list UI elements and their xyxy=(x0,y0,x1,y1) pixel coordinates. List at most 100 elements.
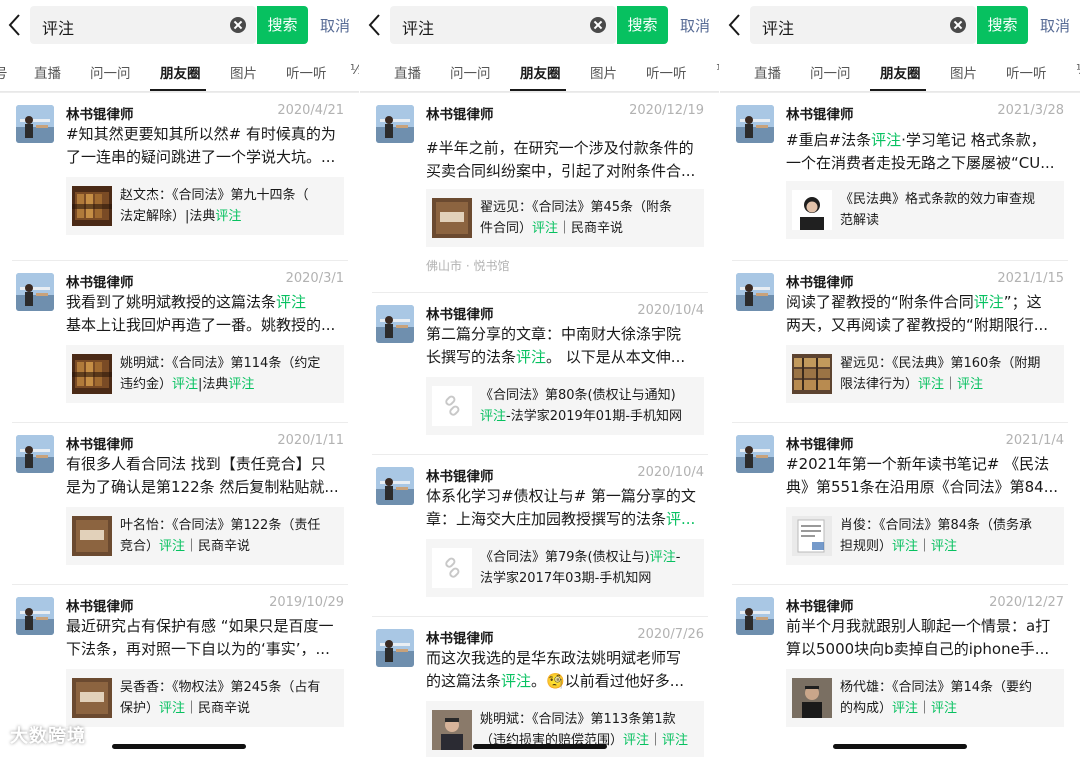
author-avatar[interactable] xyxy=(736,105,774,143)
post-text[interactable]: 而这次我选的是华东政法姚明斌老师写 的这篇法条评注。🧐以前看过他好多... xyxy=(426,647,708,693)
cancel-button[interactable]: 取消 xyxy=(1040,15,1070,36)
post-text-text: 最近研究占有保护有感 “如果只是百度一 xyxy=(66,617,334,635)
article-title: 吴香香：《物权法》第245条（占有 保护）评注｜民商辛说 xyxy=(120,677,338,719)
tab-5[interactable]: 听一听 xyxy=(286,62,327,82)
cancel-button[interactable]: 取消 xyxy=(320,15,350,36)
author-avatar[interactable] xyxy=(736,273,774,311)
author-name[interactable]: 林书锟律师 xyxy=(426,103,494,123)
author-avatar[interactable] xyxy=(16,105,54,143)
author-avatar[interactable] xyxy=(16,435,54,473)
tab-3[interactable]: 图片 xyxy=(590,62,617,82)
search-button[interactable]: 搜索 xyxy=(617,6,668,44)
search-input[interactable]: 评注 xyxy=(390,6,616,44)
post-text-highlight: 评注 xyxy=(276,293,307,311)
author-name[interactable]: 林书锟律师 xyxy=(426,465,494,485)
tab-0[interactable]: 直播 xyxy=(754,62,781,82)
tab-4[interactable]: 听一听 xyxy=(646,62,687,82)
back-chevron-icon[interactable] xyxy=(726,12,744,38)
post-text[interactable]: 有很多人看合同法 找到【责任竞合】只 是为了确认是第122条 然后复制粘贴就... xyxy=(66,453,348,499)
post-text-text: 的这篇法条 xyxy=(426,672,502,690)
author-avatar[interactable] xyxy=(16,273,54,311)
author-avatar[interactable] xyxy=(376,629,414,667)
article-thumbnail xyxy=(792,678,832,718)
shared-article-card[interactable]: 《合同法》第80条(债权让与通知) 评注-法学家2019年01期-手机知网 xyxy=(426,377,704,435)
author-name[interactable]: 林书锟律师 xyxy=(786,433,854,453)
post-location[interactable]: 佛山市 · 悦书馆 xyxy=(426,257,509,274)
tab-5[interactable]: ⅓ xyxy=(1076,62,1080,78)
author-avatar[interactable] xyxy=(376,105,414,143)
author-avatar[interactable] xyxy=(376,467,414,505)
clear-search-icon[interactable] xyxy=(950,17,966,33)
search-category-tabs: 号直播 问一问 朋友圈 图片 听一听 ⅓ xyxy=(0,50,360,92)
search-button[interactable]: 搜索 xyxy=(977,6,1028,44)
article-title-text: 保护） xyxy=(120,701,160,716)
author-name[interactable]: 林书锟律师 xyxy=(426,627,494,647)
author-name[interactable]: 林书锟律师 xyxy=(426,303,494,323)
tab-1[interactable]: 直播 xyxy=(34,62,61,82)
tab-3[interactable]: 朋友圈 xyxy=(160,62,201,82)
tab-2[interactable]: 朋友圈 xyxy=(880,62,921,82)
article-title-text: 件合同） xyxy=(480,221,533,236)
shared-article-card[interactable]: 叶名怡：《合同法》第122条（责任 竞合）评注｜民商辛说 xyxy=(66,507,344,565)
author-avatar[interactable] xyxy=(736,597,774,635)
post-text-text: 我看到了姚明斌教授的这篇法条 xyxy=(66,293,277,311)
tab-2[interactable]: 朋友圈 xyxy=(520,62,561,82)
home-indicator xyxy=(473,744,607,749)
tab-2[interactable]: 问一问 xyxy=(90,62,131,82)
shared-article-card[interactable]: 姚明斌：《合同法》第114条（约定 违约金）评注|法典评注 xyxy=(66,345,344,403)
shared-article-card[interactable]: 翟远见：《民法典》第160条（附期 限法律行为）评注｜评注 xyxy=(786,345,1064,403)
tab-4[interactable]: 图片 xyxy=(230,62,257,82)
tab-4[interactable]: 听一听 xyxy=(1006,62,1047,82)
search-input[interactable]: 评注 xyxy=(30,6,256,44)
post-text[interactable]: #知其然更要知其所以然# 有时候真的为 了一连串的疑问跳进了一个学说大坑。... xyxy=(66,123,348,169)
post-text-text: 前半个月我就跟别人聊起一个情景：a打 xyxy=(786,617,1051,635)
author-name[interactable]: 林书锟律师 xyxy=(66,103,134,123)
post-text-line: #2021年第一个新年读书笔记# 《民法 xyxy=(786,453,1068,476)
search-category-tabs: 直播 问一问 朋友圈 图片 听一听 ⅓ xyxy=(720,50,1080,92)
post-text[interactable]: 最近研究占有保护有感 “如果只是百度一 下法条，再对照一下自以为的‘事实’，... xyxy=(66,615,348,661)
post-text[interactable]: 我看到了姚明斌教授的这篇法条评注基本上让我回炉再造了一番。姚教授的... xyxy=(66,291,348,337)
author-name[interactable]: 林书锟律师 xyxy=(66,271,134,291)
author-name[interactable]: 林书锟律师 xyxy=(786,271,854,291)
back-chevron-icon[interactable] xyxy=(366,12,384,38)
post-text[interactable]: #2021年第一个新年读书笔记# 《民法 典》第551条在沿用原《合同法》第84.… xyxy=(786,453,1068,499)
post-text[interactable]: 体系化学习#债权让与# 第一篇分享的文 章：上海交大庄加园教授撰写的法条评... xyxy=(426,485,708,531)
post-text[interactable]: 前半个月我就跟别人聊起一个情景：a打 算以5000块向b卖掉自己的iphone手.… xyxy=(786,615,1068,661)
author-name[interactable]: 林书锟律师 xyxy=(66,433,134,453)
back-chevron-icon[interactable] xyxy=(6,12,24,38)
author-name[interactable]: 林书锟律师 xyxy=(66,595,134,615)
shared-article-card[interactable]: 肖俊：《合同法》第84条（债务承 担规则）评注｜评注 xyxy=(786,507,1064,565)
article-title-highlight: 评注 xyxy=(892,701,919,716)
post-text[interactable]: 第二篇分享的文章：中南财大徐涤宇院 长撰写的法条评注。 以下是从本文伸... xyxy=(426,323,708,369)
shared-article-card[interactable]: 《民法典》格式条款的效力审查规 范解读 xyxy=(786,181,1064,239)
shared-article-card[interactable]: 吴香香：《物权法》第245条（占有 保护）评注｜民商辛说 xyxy=(66,669,344,727)
shared-article-card[interactable]: 赵文杰：《合同法》第九十四条（ 法定解除）|法典评注 xyxy=(66,177,344,235)
post-text[interactable]: 阅读了翟教授的“附条件合同评注”；这 两天，又再阅读了翟教授的“附期限行... xyxy=(786,291,1068,337)
shared-article-card[interactable]: 翟远见：《合同法》第45条（附条 件合同）评注｜民商辛说 xyxy=(426,189,704,247)
search-input[interactable]: 评注 xyxy=(750,6,976,44)
search-button[interactable]: 搜索 xyxy=(257,6,308,44)
tab-1[interactable]: 问一问 xyxy=(450,62,491,82)
author-avatar[interactable] xyxy=(376,305,414,343)
article-title-text: ｜民商辛说 xyxy=(185,539,251,554)
post-text[interactable]: #半年之前，在研究一个涉及付款条件的 买卖合同纠纷案中，引起了对附条件合... xyxy=(426,137,708,183)
moments-results-list: 林书锟律师 2020/4/21 #知其然更要知其所以然# 有时候真的为 了一连串的疑问… xyxy=(0,93,360,757)
tab-0[interactable]: 号 xyxy=(0,62,8,82)
clear-search-icon[interactable] xyxy=(590,17,606,33)
author-avatar[interactable] xyxy=(736,435,774,473)
article-title-highlight: 评注 xyxy=(532,221,559,236)
author-avatar[interactable] xyxy=(16,597,54,635)
shared-article-card[interactable]: 《合同法》第79条(债权让与)评注- 法学家2017年03期-手机知网 xyxy=(426,539,704,597)
post-text-text: 基本上让我回炉再造了一番。姚教授的... xyxy=(66,316,336,334)
post-divider xyxy=(372,292,708,293)
clear-search-icon[interactable] xyxy=(230,17,246,33)
author-name[interactable]: 林书锟律师 xyxy=(786,595,854,615)
author-name[interactable]: 林书锟律师 xyxy=(786,103,854,123)
shared-article-card[interactable]: 杨代雄：《合同法》第14条（要约 的构成）评注｜评注 xyxy=(786,669,1064,727)
post-text[interactable]: #重启#法条评注·学习笔记 格式条款， 一个在消费者走投无路之下屡屡被“CU... xyxy=(786,129,1068,175)
article-title: 翟远见：《合同法》第45条（附条 件合同）评注｜民商辛说 xyxy=(480,197,698,239)
tab-0[interactable]: 直播 xyxy=(394,62,421,82)
tab-1[interactable]: 问一问 xyxy=(810,62,851,82)
tab-3[interactable]: 图片 xyxy=(950,62,977,82)
cancel-button[interactable]: 取消 xyxy=(680,15,710,36)
